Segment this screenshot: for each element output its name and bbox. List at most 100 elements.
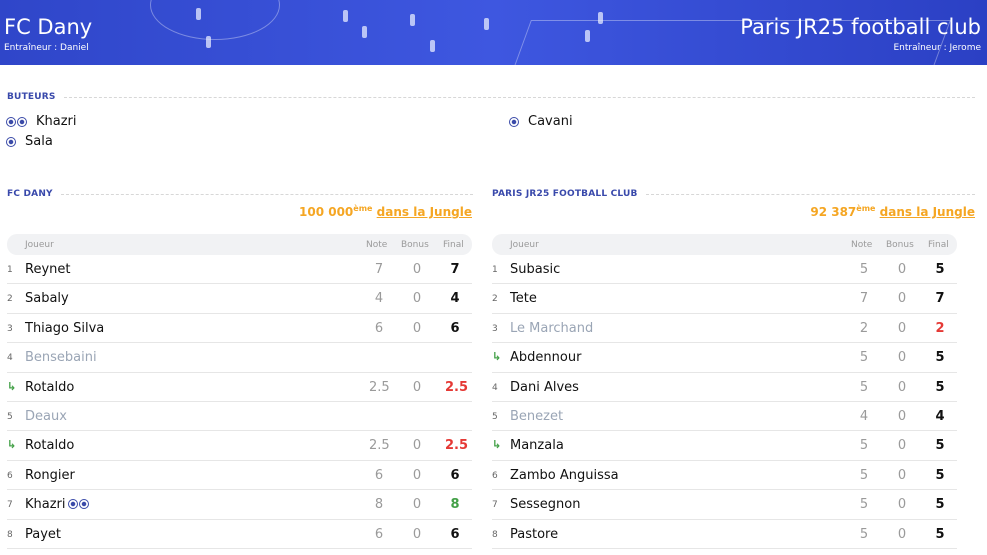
player-name[interactable]: Sessegnon xyxy=(510,497,580,512)
table-row[interactable]: 1 Reynet 7 0 7 xyxy=(7,255,472,285)
player-bonus: 0 xyxy=(897,497,907,513)
away-team-title: PARIS JR25 FOOTBALL CLUB xyxy=(492,189,638,199)
player-name[interactable]: Subasic xyxy=(510,262,560,277)
home-lineup-table: Joueur Note Bonus Final 1 Reynet 7 0 7 2 Sabal… xyxy=(7,234,472,549)
player-name[interactable]: Bensebaini xyxy=(25,350,97,365)
player-name[interactable]: Rotaldo xyxy=(25,380,74,395)
col-note: Note xyxy=(366,239,388,250)
player-name[interactable]: Sabaly xyxy=(25,291,69,306)
player-final: 7 xyxy=(935,291,945,307)
player-note: 6 xyxy=(374,320,384,336)
player-bonus: 0 xyxy=(412,320,422,336)
player-final: 5 xyxy=(935,262,945,277)
home-team-name[interactable]: FC Dany xyxy=(4,14,92,40)
substitution-arrow-icon: ↳ xyxy=(492,350,502,364)
home-team-title: FC DANY xyxy=(7,189,53,199)
player-note: 5 xyxy=(859,497,869,513)
col-bonus: Bonus xyxy=(886,239,914,250)
player-name-text: Sessegnon xyxy=(510,497,581,513)
table-row[interactable]: 7 Sessegnon 5 0 5 xyxy=(492,490,957,520)
player-bonus: 0 xyxy=(412,467,422,483)
table-header: Joueur Note Bonus Final xyxy=(7,234,472,255)
player-name[interactable]: Khazri xyxy=(25,497,90,512)
table-row[interactable]: 2 Tete 7 0 7 xyxy=(492,284,957,314)
table-header: Joueur Note Bonus Final xyxy=(492,234,957,255)
scorer-name: Sala xyxy=(25,134,53,149)
player-name[interactable]: Payet xyxy=(25,527,61,542)
player-name[interactable]: Thiago Silva xyxy=(25,321,104,336)
pitch-player xyxy=(196,8,201,20)
table-row[interactable]: ↳ Rotaldo 2.5 0 2.5 xyxy=(7,431,472,461)
player-bonus: 0 xyxy=(897,467,907,483)
table-body: 1 Reynet 7 0 7 2 Sabaly 4 0 4 3 Thiago Silva 6 0 6 4 Ben… xyxy=(7,255,472,549)
player-name-text: Reynet xyxy=(25,262,71,277)
player-name[interactable]: Le Marchand xyxy=(510,321,593,336)
match-header: FC Dany Entraîneur : Daniel Paris JR25 f… xyxy=(0,0,987,65)
player-final: 6 xyxy=(450,320,460,336)
row-number: 3 xyxy=(492,323,498,334)
table-row[interactable]: 8 Pastore 5 0 5 xyxy=(492,520,957,549)
player-note: 5 xyxy=(859,467,869,483)
player-note: 5 xyxy=(859,526,869,542)
scorer-name: Khazri xyxy=(36,114,77,129)
table-row[interactable]: ↳ Abdennour 5 0 5 xyxy=(492,343,957,373)
table-row[interactable]: ↳ Manzala 5 0 5 xyxy=(492,431,957,461)
player-bonus: 0 xyxy=(897,320,907,336)
table-row[interactable]: 3 Le Marchand 2 0 2 xyxy=(492,314,957,344)
jungle-link[interactable]: dans la Jungle xyxy=(377,205,472,219)
goal-icons xyxy=(6,117,28,127)
divider xyxy=(60,193,473,195)
player-name[interactable]: Reynet xyxy=(25,262,70,277)
away-team-section-title: PARIS JR25 FOOTBALL CLUB xyxy=(492,189,975,199)
table-row[interactable]: 6 Zambo Anguissa 5 0 5 xyxy=(492,461,957,491)
table-row[interactable]: 3 Thiago Silva 6 0 6 xyxy=(7,314,472,344)
player-name-text: Manzala xyxy=(510,438,564,454)
player-name[interactable]: Deaux xyxy=(25,409,67,424)
player-name[interactable]: Benezet xyxy=(510,409,563,424)
table-row[interactable]: 7 Khazri 8 0 8 xyxy=(7,490,472,520)
player-bonus: 0 xyxy=(897,291,907,307)
player-name[interactable]: Zambo Anguissa xyxy=(510,468,619,483)
away-team-name[interactable]: Paris JR25 football club xyxy=(740,14,981,40)
row-number: 5 xyxy=(7,411,13,422)
player-note: 5 xyxy=(859,262,869,277)
home-rank: 100 000ème dans la Jungle xyxy=(299,204,472,219)
player-name[interactable]: Manzala xyxy=(510,438,564,453)
player-name[interactable]: Dani Alves xyxy=(510,380,579,395)
player-note: 6 xyxy=(374,526,384,542)
player-name[interactable]: Rongier xyxy=(25,468,75,483)
substitution-arrow-icon: ↳ xyxy=(492,438,502,452)
player-bonus: 0 xyxy=(412,497,422,513)
scorer-away: Cavani xyxy=(509,114,573,130)
row-number: 6 xyxy=(7,470,13,481)
table-row[interactable]: 8 Payet 6 0 6 xyxy=(7,520,472,549)
player-name[interactable]: Tete xyxy=(510,291,537,306)
player-name[interactable]: Pastore xyxy=(510,527,558,542)
rank-number: 100 000 xyxy=(299,205,354,219)
soccer-ball-icon xyxy=(6,137,16,147)
col-bonus: Bonus xyxy=(401,239,429,250)
jungle-link[interactable]: dans la Jungle xyxy=(880,205,975,219)
player-name-text: Khazri xyxy=(25,497,66,513)
player-final: 7 xyxy=(450,262,460,277)
table-row[interactable]: 5 Deaux xyxy=(7,402,472,432)
table-row[interactable]: 1 Subasic 5 0 5 xyxy=(492,255,957,285)
player-name-text: Sabaly xyxy=(25,291,69,307)
pitch-player xyxy=(430,40,435,52)
player-name[interactable]: Abdennour xyxy=(510,350,581,365)
player-note: 7 xyxy=(374,262,384,277)
player-name[interactable]: Rotaldo xyxy=(25,438,74,453)
table-row[interactable]: 4 Dani Alves 5 0 5 xyxy=(492,373,957,402)
player-note: 7 xyxy=(859,291,869,307)
table-row[interactable]: ↳ Rotaldo 2.5 0 2.5 xyxy=(7,373,472,402)
table-row[interactable]: 2 Sabaly 4 0 4 xyxy=(7,284,472,314)
player-name-text: Bensebaini xyxy=(25,350,97,366)
player-note: 8 xyxy=(374,497,384,513)
row-number: 7 xyxy=(492,500,498,511)
table-row[interactable]: 6 Rongier 6 0 6 xyxy=(7,461,472,491)
substitution-arrow-icon: ↳ xyxy=(7,379,17,393)
table-body: 1 Subasic 5 0 5 2 Tete 7 0 7 3 Le Marchand 2 0 2 ↳ Abden… xyxy=(492,255,957,549)
goal-icons xyxy=(67,499,90,510)
table-row[interactable]: 5 Benezet 4 0 4 xyxy=(492,402,957,432)
table-row[interactable]: 4 Bensebaini xyxy=(7,343,472,373)
